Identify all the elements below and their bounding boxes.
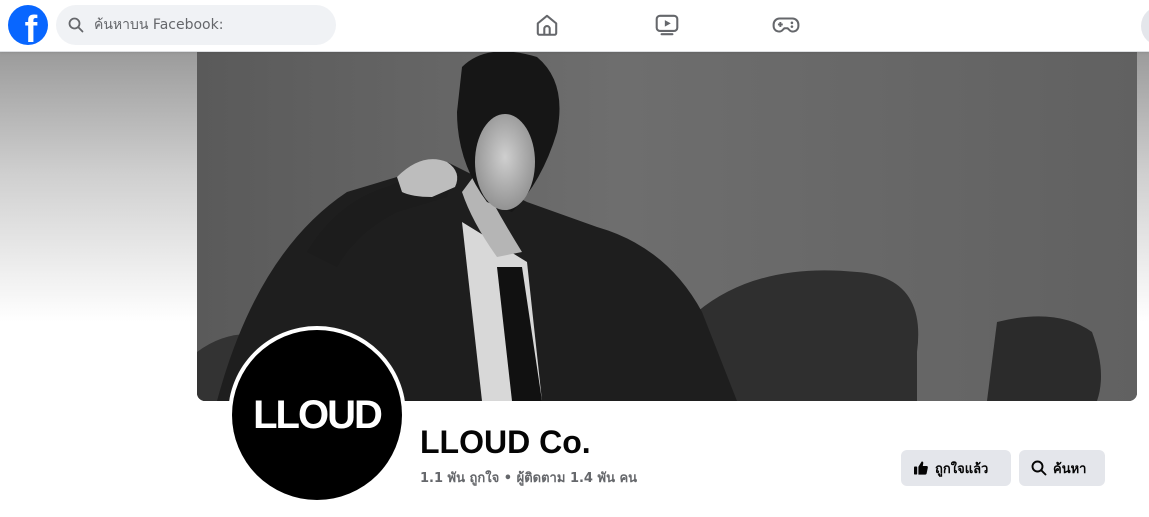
nav-gaming[interactable] <box>769 8 803 42</box>
page-avatar[interactable]: LLOUD <box>228 326 406 504</box>
avatar-logo-text: LLOUD <box>253 392 383 437</box>
nav-home[interactable] <box>530 8 564 42</box>
top-navigation-bar: f <box>0 0 1149 52</box>
facebook-logo[interactable]: f <box>8 5 48 45</box>
page-search-button-label: ค้นหา <box>1053 461 1087 477</box>
search-icon <box>68 17 84 33</box>
facebook-logo-letter: f <box>24 9 38 45</box>
home-icon <box>536 14 558 36</box>
watch-icon <box>655 14 679 36</box>
facebook-search[interactable] <box>56 5 336 45</box>
search-input[interactable] <box>92 16 322 34</box>
page-title: LLOUD Co. <box>420 424 591 460</box>
liked-button[interactable]: ถูกใจแล้ว <box>901 450 1011 486</box>
gaming-icon <box>772 17 800 33</box>
search-icon <box>1031 460 1047 476</box>
page-search-button[interactable]: ค้นหา <box>1019 450 1105 486</box>
page-stats[interactable]: 1.1 พัน ถูกใจ • ผู้ติดตาม 1.4 พัน คน <box>420 467 637 488</box>
thumbs-up-icon <box>914 461 928 475</box>
account-menu-button[interactable] <box>1141 6 1149 46</box>
liked-button-label: ถูกใจแล้ว <box>935 461 989 477</box>
avatar-logo: LLOUD <box>232 330 402 500</box>
nav-watch[interactable] <box>650 8 684 42</box>
